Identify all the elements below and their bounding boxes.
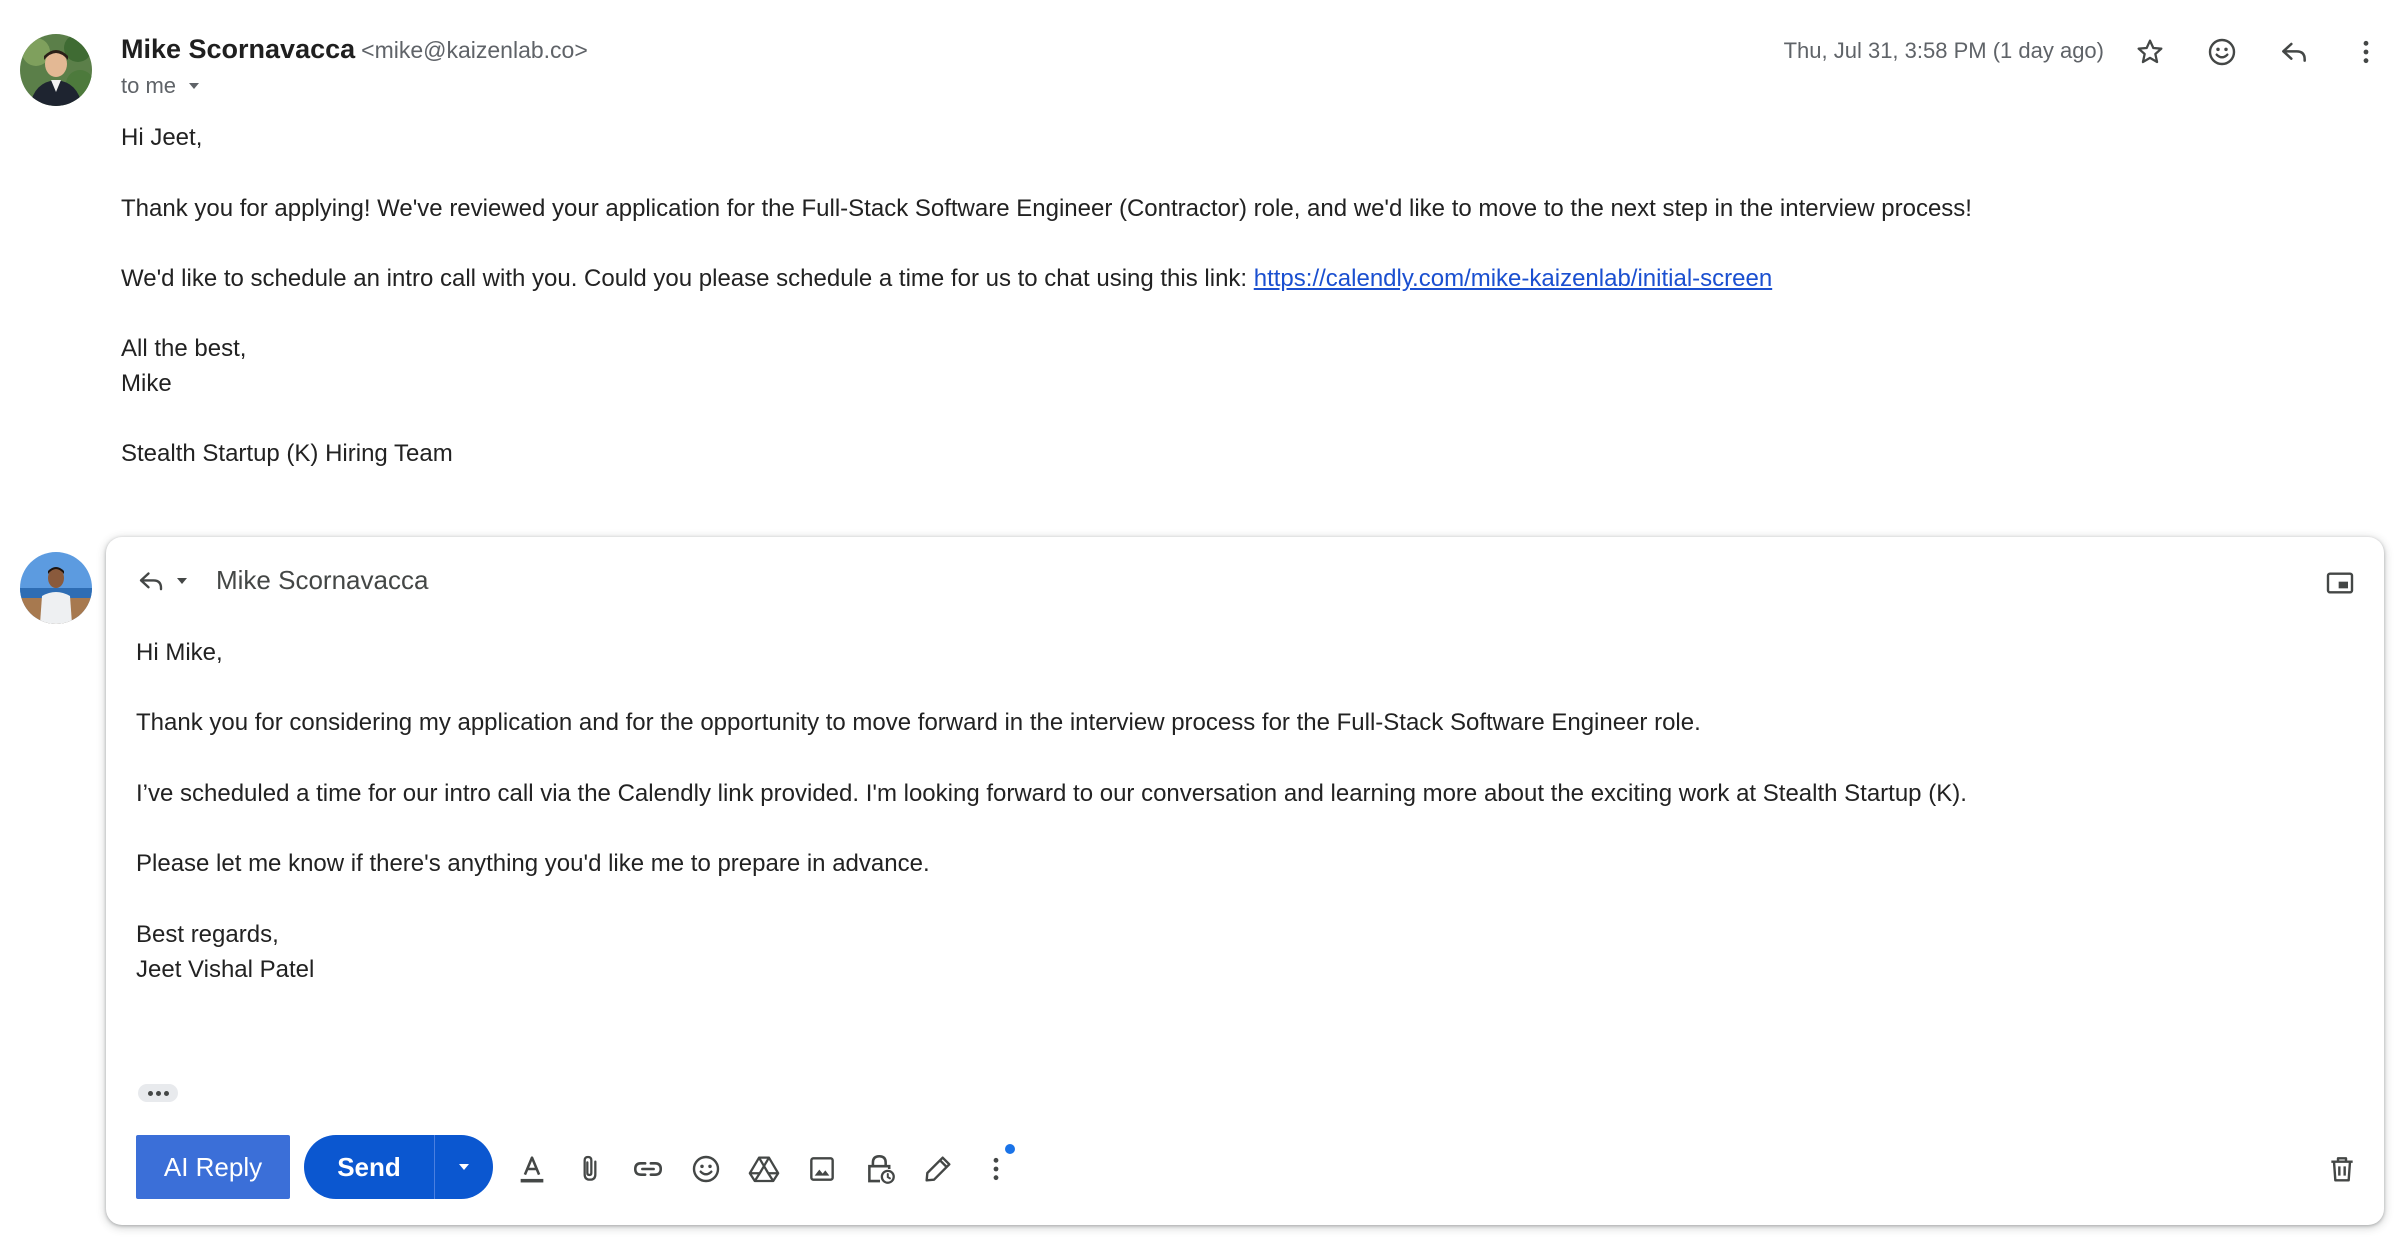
sender-email: <mike@kaizenlab.co> [361, 37, 588, 63]
reply-button[interactable] [2272, 30, 2316, 74]
reply-signature[interactable]: Jeet Vishal Patel [136, 952, 314, 987]
drive-icon [748, 1156, 780, 1183]
insert-drive-button[interactable] [744, 1149, 784, 1189]
user-avatar[interactable] [20, 552, 92, 624]
insert-emoji-button[interactable] [686, 1149, 726, 1189]
chevron-down-icon[interactable] [186, 78, 202, 94]
message-closing: All the best, [121, 335, 247, 362]
discard-draft-button[interactable] [2322, 1149, 2362, 1189]
show-trimmed-content-button[interactable] [138, 1084, 178, 1102]
calendly-link[interactable]: https://calendly.com/mike-kaizenlab/init… [1254, 265, 1772, 292]
message-team: Stealth Startup (K) Hiring Team [121, 440, 453, 467]
attach-icon [583, 1155, 597, 1181]
insert-signature-button[interactable] [918, 1149, 958, 1189]
emoji-icon [692, 1155, 720, 1183]
reply-paragraph-3[interactable]: Please let me know if there's anything y… [136, 846, 930, 881]
popout-icon [2326, 572, 2354, 594]
more-vert-icon [2363, 40, 2369, 64]
reply-header: Mike Scornavacca [136, 565, 428, 596]
more-options-icon [993, 1157, 999, 1181]
recipient-details[interactable]: to me [121, 73, 202, 99]
more-actions-button[interactable] [2344, 30, 2388, 74]
reply-paragraph-1[interactable]: Thank you for considering my application… [136, 705, 1701, 740]
format-text-icon [520, 1156, 544, 1183]
send-button-group: Send [304, 1135, 493, 1199]
reply-icon [2282, 42, 2306, 62]
link-icon [633, 1162, 663, 1176]
sender-name[interactable]: Mike Scornavacca [121, 34, 355, 64]
notification-dot [1005, 1144, 1015, 1154]
reply-composer[interactable]: Mike Scornavacca Hi Mike, Thank you for … [106, 537, 2384, 1225]
signature-icon [925, 1156, 951, 1182]
ai-reply-button[interactable]: AI Reply [136, 1135, 290, 1199]
reply-recipient[interactable]: Mike Scornavacca [216, 565, 428, 596]
chevron-down-icon[interactable] [174, 573, 190, 589]
send-button[interactable]: Send [304, 1135, 434, 1199]
reply-greeting[interactable]: Hi Mike, [136, 635, 223, 670]
star-icon [2137, 39, 2163, 64]
insert-photo-button[interactable] [802, 1149, 842, 1189]
reply-closing[interactable]: Best regards, [136, 917, 279, 952]
message-paragraph-1: Thank you for applying! We've reviewed y… [121, 195, 1972, 222]
chevron-down-icon [459, 1164, 469, 1170]
star-button[interactable] [2128, 30, 2172, 74]
message-paragraph-2-text: We'd like to schedule an intro call with… [121, 265, 1254, 292]
more-options-button[interactable] [976, 1149, 1016, 1189]
reply-type-icon[interactable] [136, 566, 166, 596]
add-reaction-button[interactable] [2200, 30, 2244, 74]
send-options-button[interactable] [434, 1135, 493, 1199]
reply-paragraph-2[interactable]: I’ve scheduled a time for our intro call… [136, 776, 1967, 811]
popout-button[interactable] [2324, 567, 2356, 604]
attach-files-button[interactable] [570, 1149, 610, 1189]
message-greeting: Hi Jeet, [121, 124, 203, 151]
emoji-reaction-icon [2208, 38, 2236, 66]
formatting-options-button[interactable] [512, 1149, 552, 1189]
confidential-icon [868, 1154, 895, 1184]
message-timestamp: Thu, Jul 31, 3:58 PM (1 day ago) [1783, 38, 2104, 63]
insert-link-button[interactable] [628, 1149, 668, 1189]
to-label: to me [121, 73, 177, 98]
confidential-mode-button[interactable] [860, 1149, 900, 1189]
message-signature: Mike [121, 370, 172, 397]
photo-icon [810, 1157, 834, 1181]
message-paragraph-2: We'd like to schedule an intro call with… [121, 261, 1772, 296]
sender-line: Mike Scornavacca <mike@kaizenlab.co> [121, 34, 588, 65]
sender-avatar[interactable] [20, 34, 92, 106]
trash-icon [2331, 1157, 2353, 1182]
